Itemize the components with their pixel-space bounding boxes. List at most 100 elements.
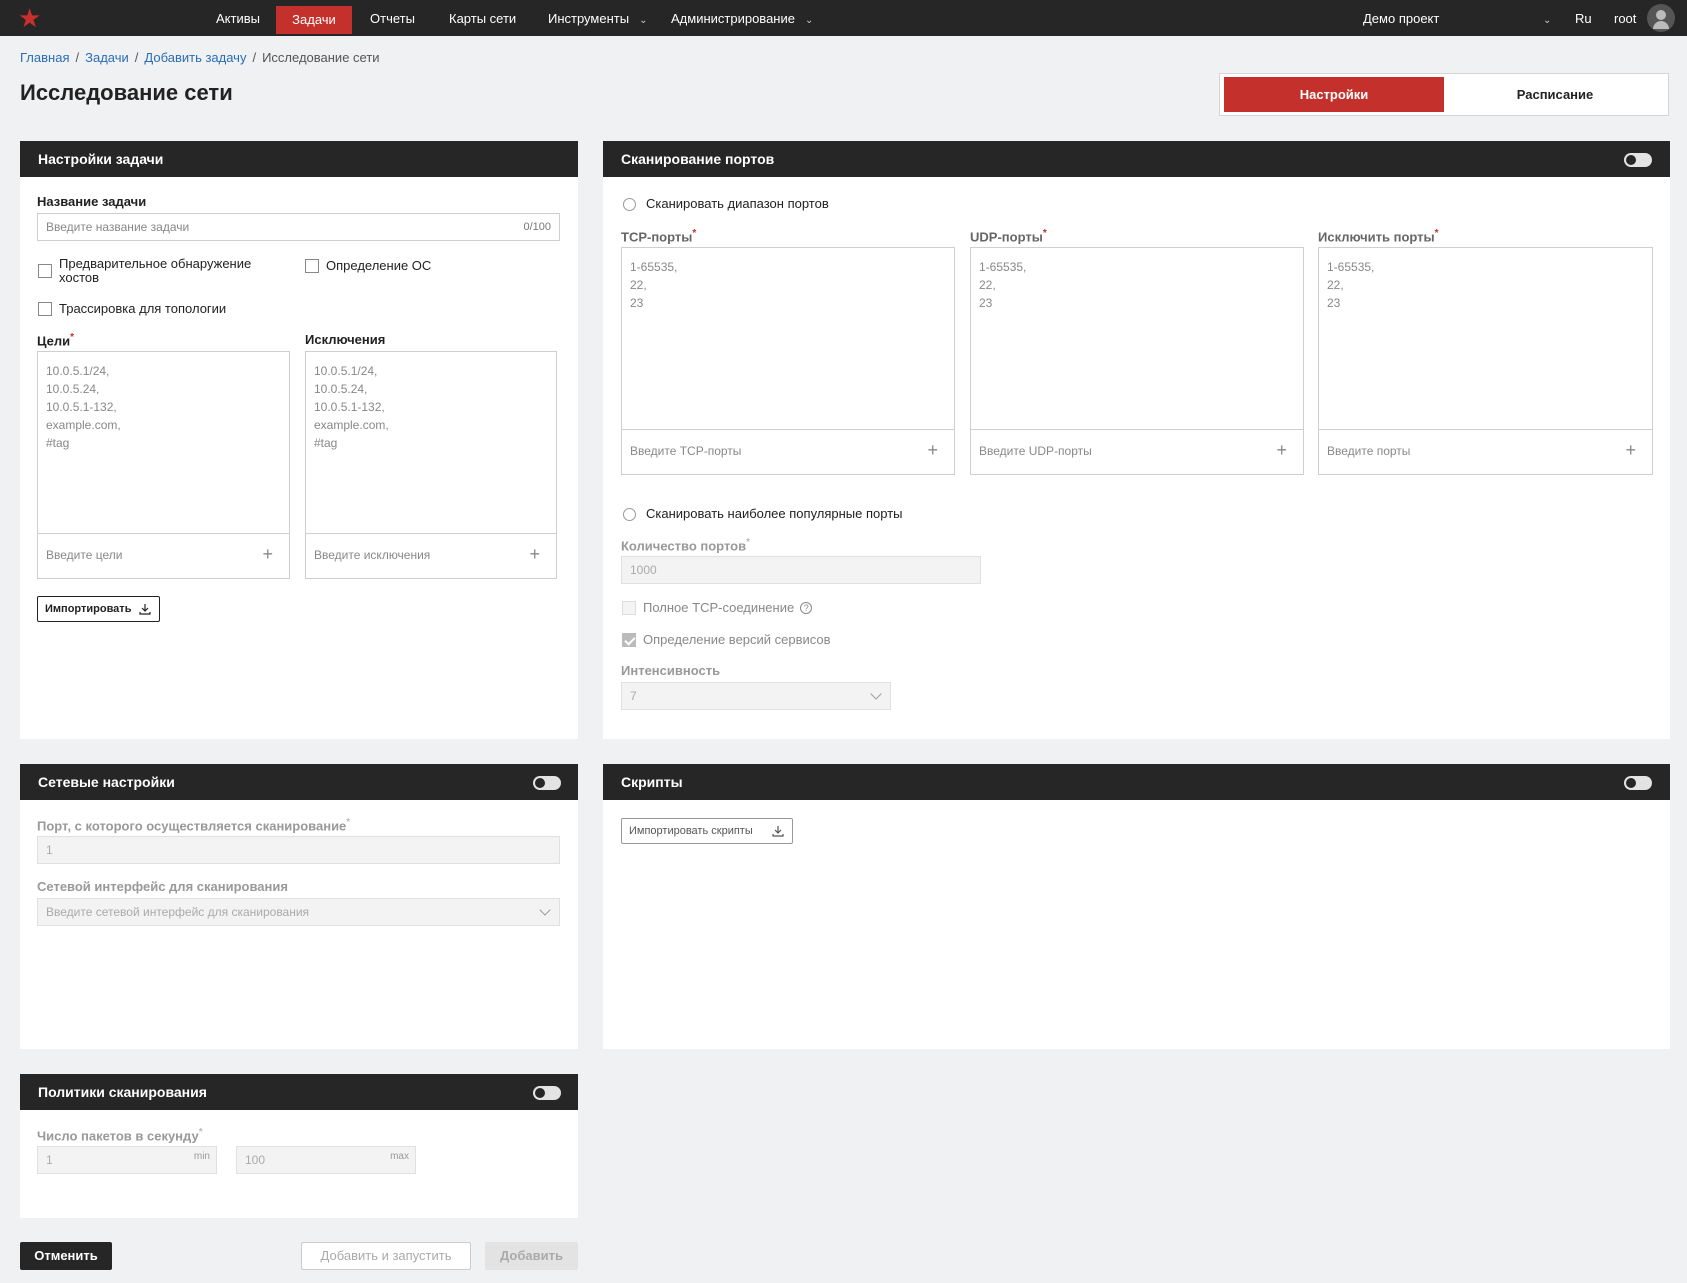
- exclude-ports-label: Исключить порты*: [1318, 228, 1439, 244]
- user-label: root: [1614, 11, 1637, 26]
- nav-item-assets[interactable]: Активы: [216, 0, 260, 36]
- required-mark: *: [692, 228, 697, 239]
- required-mark: *: [1434, 228, 1439, 239]
- breadcrumb: Главная / Задачи / Добавить задачу / Исследова…: [20, 50, 380, 65]
- udp-ports-textarea[interactable]: 1-65535, 22, 23 Введите UDP-порты +: [970, 247, 1304, 475]
- intensity-label: Интенсивность: [621, 663, 721, 678]
- nav-item-tools[interactable]: Инструменты ⌄: [548, 0, 647, 36]
- tcp-ports-input[interactable]: Введите TCP-порты: [630, 444, 741, 458]
- download-icon: [139, 604, 151, 615]
- project-chevron-down-icon[interactable]: ⌄: [1543, 0, 1551, 36]
- scan-policies-toggle[interactable]: [533, 1086, 561, 1100]
- breadcrumb-tasks[interactable]: Задачи: [85, 50, 129, 65]
- required-mark: *: [70, 332, 75, 343]
- add-target-plus-icon[interactable]: +: [262, 544, 273, 565]
- exclusions-input-row: Введите исключения +: [306, 533, 556, 578]
- tcp-ports-input-row: Введите TCP-порты +: [622, 429, 954, 474]
- import-button[interactable]: Импортировать: [37, 596, 160, 622]
- full-tcp-checkbox[interactable]: [622, 601, 636, 615]
- project-selector[interactable]: Демо проект: [1363, 0, 1439, 36]
- panel-title: Настройки задачи: [20, 141, 578, 177]
- page-title: Исследование сети: [20, 80, 233, 105]
- tcp-ports-label-text: TCP-порты: [621, 229, 693, 245]
- udp-ports-input-row: Введите UDP-порты +: [971, 429, 1303, 474]
- cancel-button[interactable]: Отменить: [20, 1242, 112, 1270]
- breadcrumb-add-task[interactable]: Добавить задачу: [144, 50, 246, 65]
- task-settings-panel: Настройки задачи Название задачи Введите…: [20, 141, 578, 739]
- panel-title: Скрипты: [603, 764, 1670, 800]
- port-count-label-text: Количество портов: [621, 538, 747, 554]
- breadcrumb-home[interactable]: Главная: [20, 50, 69, 65]
- nav-item-network-maps[interactable]: Карты сети: [449, 0, 516, 36]
- targets-textarea[interactable]: 10.0.5.1/24, 10.0.5.24, 10.0.5.1-132, ex…: [37, 351, 290, 579]
- network-settings-panel: Сетевые настройки Порт, с которого осуще…: [20, 764, 578, 1049]
- add-udp-port-plus-icon[interactable]: +: [1276, 440, 1287, 461]
- service-version-checkbox[interactable]: [622, 633, 636, 647]
- add-tcp-port-plus-icon[interactable]: +: [927, 440, 938, 461]
- add-exclusion-plus-icon[interactable]: +: [529, 544, 540, 565]
- port-count-label: Количество портов*: [621, 537, 750, 553]
- traceroute-checkbox[interactable]: [38, 302, 52, 316]
- language-selector[interactable]: Ru: [1575, 0, 1592, 36]
- add-and-run-button[interactable]: Добавить и запустить: [301, 1242, 471, 1270]
- chevron-down-icon: [870, 688, 882, 700]
- exclusions-input[interactable]: Введите исключения: [314, 548, 430, 562]
- traceroute-label: Трассировка для топологии: [59, 301, 227, 316]
- intensity-select[interactable]: 7: [621, 682, 891, 710]
- source-port-label: Порт, с которого осуществляется сканиров…: [37, 817, 350, 833]
- nav-label: Активы: [216, 11, 260, 26]
- scan-range-radio[interactable]: [623, 198, 636, 211]
- exclusions-textarea[interactable]: 10.0.5.1/24, 10.0.5.24, 10.0.5.1-132, ex…: [305, 351, 557, 579]
- port-count-input[interactable]: 1000: [621, 556, 981, 584]
- interface-select[interactable]: Введите сетевой интерфейс для сканирован…: [37, 898, 560, 926]
- panel-title: Политики сканирования: [20, 1074, 578, 1110]
- add-button[interactable]: Добавить: [485, 1242, 578, 1270]
- scan-policies-panel: Политики сканирования Число пакетов в се…: [20, 1074, 578, 1218]
- targets-input[interactable]: Введите цели: [46, 548, 122, 562]
- chevron-down-icon: [539, 904, 551, 916]
- required-mark: *: [1042, 228, 1047, 239]
- udp-ports-input[interactable]: Введите UDP-порты: [979, 444, 1092, 458]
- scripts-panel: Скрипты Импортировать скрипты: [603, 764, 1670, 1049]
- import-scripts-button[interactable]: Импортировать скрипты: [621, 818, 793, 844]
- tcp-ports-example: 1-65535, 22, 23: [630, 260, 678, 310]
- pps-min-input[interactable]: 1 min: [37, 1146, 217, 1174]
- top-navigation-bar: ★ Активы Задачи Отчеты Карты сети Инстру…: [0, 0, 1687, 36]
- prediscovery-checkbox[interactable]: [38, 264, 52, 278]
- pps-max-input[interactable]: 100 max: [236, 1146, 416, 1174]
- exclude-ports-input[interactable]: Введите порты: [1327, 444, 1410, 458]
- os-detection-checkbox[interactable]: [305, 259, 319, 273]
- interface-placeholder: Введите сетевой интерфейс для сканирован…: [46, 905, 310, 919]
- scan-popular-radio[interactable]: [623, 508, 636, 521]
- task-name-input[interactable]: Введите название задачи 0/100: [37, 213, 560, 241]
- help-icon[interactable]: ?: [800, 602, 813, 614]
- nav-item-administration[interactable]: Администрирование ⌄: [671, 0, 813, 36]
- udp-ports-label: UDP-порты*: [970, 228, 1047, 244]
- source-port-input[interactable]: 1: [37, 836, 560, 864]
- scripts-toggle[interactable]: [1624, 776, 1652, 790]
- user-name[interactable]: root: [1614, 0, 1636, 36]
- intensity-value: 7: [630, 689, 637, 703]
- full-tcp-label-text: Полное TCP-соединение: [643, 600, 795, 615]
- exclude-ports-textarea[interactable]: 1-65535, 22, 23 Введите порты +: [1318, 247, 1653, 475]
- avatar-icon[interactable]: [1647, 4, 1675, 32]
- project-label: Демо проект: [1363, 11, 1440, 26]
- exclusions-example: 10.0.5.1/24, 10.0.5.24, 10.0.5.1-132, ex…: [314, 364, 389, 450]
- language-label: Ru: [1575, 11, 1592, 26]
- udp-ports-label-text: UDP-порты: [970, 229, 1043, 245]
- nav-item-reports[interactable]: Отчеты: [370, 0, 415, 36]
- network-settings-toggle[interactable]: [533, 776, 561, 790]
- scan-range-label: Сканировать диапазон портов: [646, 196, 829, 211]
- nav-item-tasks[interactable]: Задачи: [276, 6, 352, 34]
- tab-schedule[interactable]: Расписание: [1444, 77, 1666, 112]
- udp-ports-example: 1-65535, 22, 23: [979, 260, 1027, 310]
- add-exclude-port-plus-icon[interactable]: +: [1625, 440, 1636, 461]
- tab-settings[interactable]: Настройки: [1224, 77, 1444, 112]
- port-scan-toggle[interactable]: [1624, 153, 1652, 167]
- pps-min-suffix: min: [193, 1151, 210, 1162]
- scan-popular-label: Сканировать наиболее популярные порты: [646, 506, 903, 521]
- tab-switcher: Настройки Расписание: [1219, 73, 1669, 116]
- tcp-ports-textarea[interactable]: 1-65535, 22, 23 Введите TCP-порты +: [621, 247, 955, 475]
- breadcrumb-current: Исследование сети: [262, 50, 380, 65]
- logo-star-icon[interactable]: ★: [18, 5, 44, 32]
